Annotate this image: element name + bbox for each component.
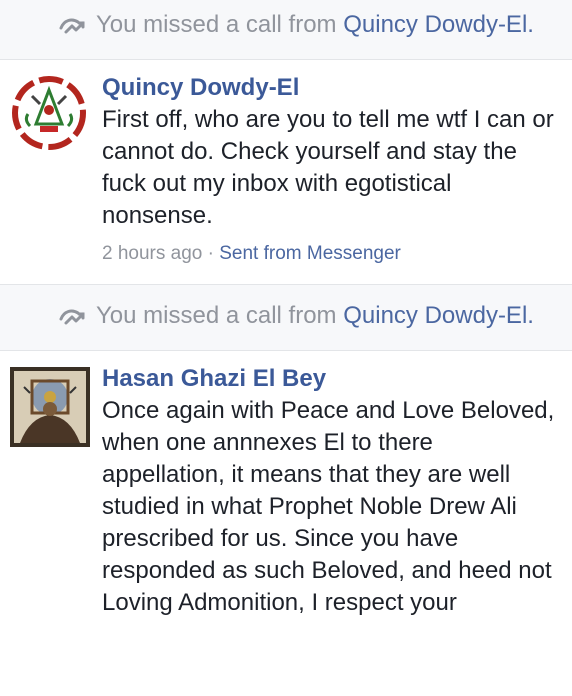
message-body: First off, who are you to tell me wtf I … <box>102 106 554 229</box>
sender-avatar[interactable] <box>10 74 88 152</box>
message-thread: You missed a call from Quincy Dowdy-El. … <box>0 0 572 635</box>
phone-call-arrow-icon <box>59 309 85 325</box>
sender-avatar[interactable] <box>10 367 90 447</box>
message-item: Quincy Dowdy-El First off, who are you t… <box>0 60 572 285</box>
message-body: Once again with Peace and Love Beloved, … <box>102 397 555 616</box>
message-item: Hasan Ghazi El Bey Once again with Peace… <box>0 351 572 635</box>
sender-name[interactable]: Hasan Ghazi El Bey <box>102 363 556 395</box>
sender-name[interactable]: Quincy Dowdy-El <box>102 72 556 104</box>
message-meta: 2 hours ago · Sent from Messenger <box>102 240 556 268</box>
missed-call-text: You missed a call from <box>96 11 344 38</box>
caller-name-link[interactable]: Quincy Dowdy-El. <box>343 302 534 329</box>
missed-call-notice: You missed a call from Quincy Dowdy-El. <box>0 0 572 60</box>
profile-photo-avatar <box>10 367 90 447</box>
missed-call-text: You missed a call from <box>96 302 344 329</box>
meta-separator: · <box>202 243 220 264</box>
phone-call-arrow-icon <box>59 18 85 34</box>
sent-from-messenger-link[interactable]: Sent from Messenger <box>219 243 401 264</box>
missed-call-notice: You missed a call from Quincy Dowdy-El. <box>0 285 572 351</box>
caller-name-link[interactable]: Quincy Dowdy-El. <box>343 11 534 38</box>
moorish-emblem-avatar <box>12 76 86 150</box>
message-timestamp: 2 hours ago <box>102 243 203 264</box>
